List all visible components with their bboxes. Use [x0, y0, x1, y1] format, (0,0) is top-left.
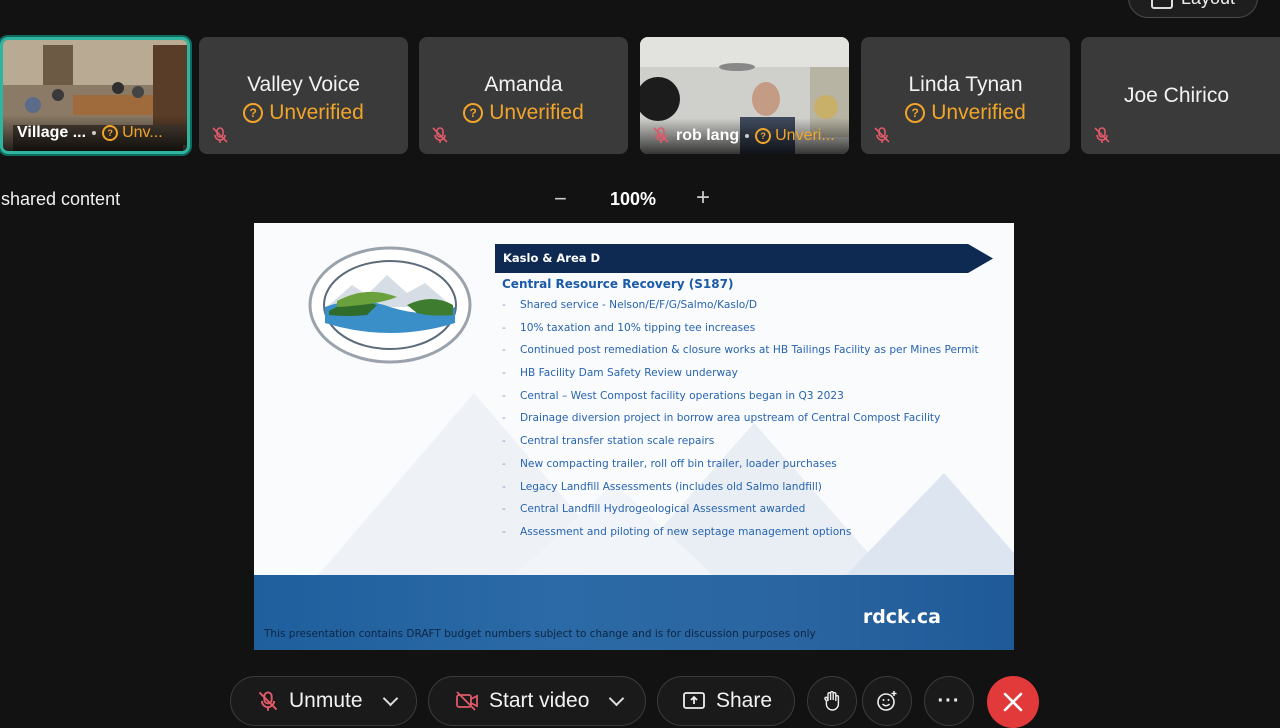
unverified-icon: ? — [755, 128, 772, 144]
list-item: - New compacting trailer, roll off bin tr… — [502, 457, 837, 470]
slide-banner: Kaslo & Area D — [495, 244, 993, 273]
participant-tile-amanda[interactable]: Amanda ? Unverified — [419, 37, 628, 154]
participant-status: Unveri... — [775, 127, 835, 144]
mic-muted-icon — [258, 691, 278, 711]
list-item: - Drainage diversion project in borrow ar… — [502, 412, 941, 425]
shared-content-label: shared content — [1, 189, 121, 209]
mic-muted-icon — [212, 127, 228, 143]
unverified-icon: ? — [463, 103, 484, 123]
slide-heading: Central Resource Recovery (S187) — [502, 277, 734, 291]
list-item: -10% taxation and 10% tipping tee increa… — [502, 321, 756, 334]
leave-meeting-button[interactable] — [987, 676, 1039, 728]
unverified-icon: ? — [905, 103, 926, 123]
layout-icon — [1150, 0, 1173, 9]
participant-status: Unverified — [269, 101, 364, 124]
list-item: - Central transfer station scale repairs — [502, 435, 715, 448]
list-item: - Assessment and piloting of new septage … — [502, 525, 852, 538]
slide-bullet-list: - Shared service - Nelson/E/F/G/Salmo/Kas… — [502, 299, 979, 549]
start-video-button[interactable]: Start video — [428, 676, 646, 726]
raise-hand-button[interactable] — [807, 676, 857, 726]
share-label: Share — [716, 689, 773, 712]
participant-tile-valley-voice[interactable]: Valley Voice ? Unverified — [199, 37, 408, 154]
participant-status: Unv... — [122, 124, 163, 141]
unmute-button[interactable]: Unmute — [230, 676, 417, 726]
unmute-label: Unmute — [289, 689, 363, 712]
video-off-icon — [456, 691, 478, 711]
participant-status: Unverified — [489, 101, 584, 124]
list-item: - Central – West Compost facility operati… — [502, 389, 844, 402]
more-options-button[interactable]: ··· — [924, 676, 974, 726]
more-icon: ··· — [937, 689, 961, 712]
participant-status: Unverified — [931, 101, 1026, 124]
mic-muted-icon — [653, 127, 669, 143]
emoji-icon — [877, 691, 897, 711]
list-item: - Continued post remediation & closure wo… — [502, 344, 979, 357]
participant-name: Village ... — [17, 124, 87, 141]
participant-tile-linda-tynan[interactable]: Linda Tynan ? Unverified — [861, 37, 1070, 154]
mic-muted-icon — [874, 127, 890, 143]
list-item: - Shared service - Nelson/E/F/G/Salmo/Kas… — [502, 299, 757, 311]
participant-name: rob lang — [676, 127, 740, 144]
list-item: - Central Landfill Hydrogeological Assess… — [502, 503, 806, 516]
separator-dot — [745, 134, 750, 138]
mic-muted-icon — [432, 127, 448, 143]
rdck-logo — [308, 246, 472, 364]
share-screen-icon — [683, 692, 705, 709]
participant-name: Linda Tynan — [908, 73, 1023, 96]
unverified-icon: ? — [243, 103, 264, 123]
chevron-down-icon[interactable] — [609, 690, 625, 707]
reactions-button[interactable] — [862, 676, 912, 726]
layout-label: Layout — [1181, 0, 1235, 9]
participant-tile-rob-lang[interactable]: rob lang ? Unveri... — [640, 37, 849, 154]
participant-tile-village[interactable]: Village ... ? Unv... — [0, 37, 190, 154]
share-button[interactable]: Share — [657, 676, 795, 726]
participant-tile-joe-chirico[interactable]: Joe Chirico — [1081, 37, 1280, 154]
zoom-level: 100% — [610, 189, 657, 209]
list-item: - Legacy Landfill Assessments (includes o… — [502, 480, 822, 493]
close-icon — [1003, 692, 1023, 712]
unverified-icon: ? — [102, 125, 119, 141]
zoom-in-button[interactable]: + — [696, 184, 710, 212]
slide-footer-url: rdck.ca — [862, 606, 941, 628]
zoom-out-button[interactable]: − — [554, 186, 567, 212]
participant-name: Amanda — [484, 73, 563, 96]
shared-slide: Kaslo & Area D Central Resource Recovery… — [254, 223, 1014, 650]
layout-button[interactable]: Layout — [1128, 0, 1258, 18]
mic-muted-icon — [1094, 127, 1110, 143]
chevron-down-icon[interactable] — [382, 690, 398, 707]
hand-icon — [824, 691, 840, 711]
list-item: - HB Facility Dam Safety Review underway — [502, 367, 738, 380]
participant-name: Valley Voice — [247, 73, 360, 96]
slide-footer-note: This presentation contains DRAFT budget … — [264, 628, 816, 640]
separator-dot — [92, 131, 97, 135]
start-video-label: Start video — [489, 689, 590, 712]
participant-name: Joe Chirico — [1123, 84, 1230, 107]
